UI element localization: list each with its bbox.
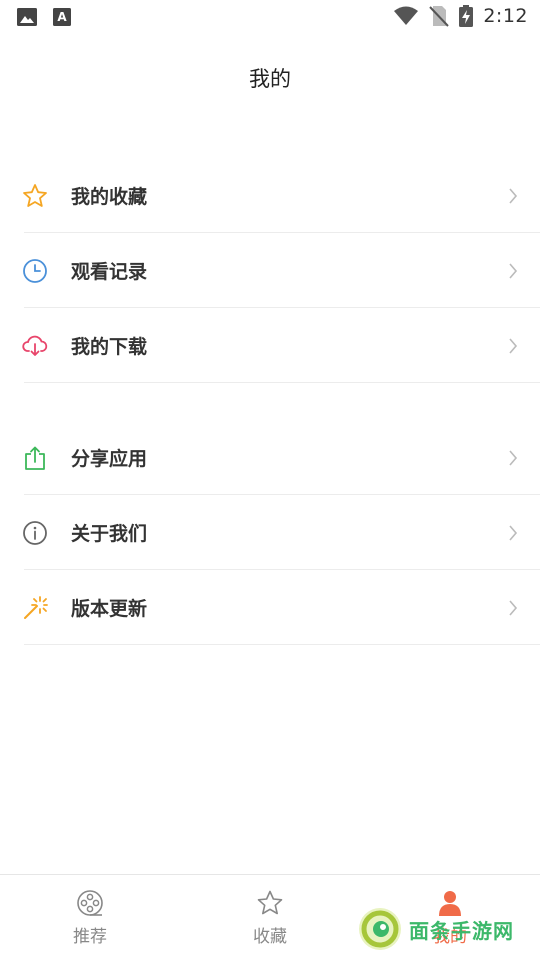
menu-item-downloads[interactable]: 我的下载	[0, 308, 540, 383]
text-a-icon: A	[53, 8, 71, 26]
menu-item-label: 关于我们	[71, 523, 148, 545]
menu-item-about[interactable]: 关于我们	[0, 495, 540, 570]
menu-item-label: 版本更新	[71, 598, 148, 620]
tab-recommend[interactable]: 推荐	[30, 889, 150, 947]
divider	[24, 382, 540, 383]
status-bar: A 2:12	[0, 0, 540, 36]
watermark-text: 面条手游网	[409, 918, 514, 943]
star-outline-icon	[257, 890, 283, 915]
info-icon	[23, 520, 47, 545]
tab-label: 收藏	[253, 927, 287, 947]
chevron-right-icon	[509, 599, 518, 616]
magic-wand-icon	[24, 595, 48, 619]
chevron-right-icon	[509, 187, 518, 204]
clock-icon	[23, 258, 47, 283]
no-sim-icon	[429, 6, 450, 27]
menu-item-favorites[interactable]: 我的收藏	[0, 158, 540, 233]
watermark-logo-icon	[359, 908, 401, 950]
menu-group-secondary: 分享应用 关于我们 版本更新	[0, 420, 540, 645]
menu-item-label: 分享应用	[71, 448, 148, 470]
menu-item-share[interactable]: 分享应用	[0, 420, 540, 495]
watermark: 面条手游网	[357, 906, 514, 952]
chevron-right-icon	[509, 449, 518, 466]
tab-favorites[interactable]: 收藏	[210, 889, 330, 947]
menu-group-primary: 我的收藏 观看记录 我的下载	[0, 158, 540, 383]
divider	[24, 644, 540, 645]
chevron-right-icon	[509, 262, 518, 279]
tab-label: 推荐	[73, 927, 107, 947]
menu-item-label: 我的下载	[71, 336, 148, 358]
svg-text:A: A	[57, 10, 67, 24]
chevron-right-icon	[509, 337, 518, 354]
image-icon	[17, 8, 37, 26]
film-reel-icon	[77, 890, 103, 916]
menu-item-history[interactable]: 观看记录	[0, 233, 540, 308]
chevron-right-icon	[509, 524, 518, 541]
battery-charging-icon	[459, 5, 474, 27]
header: 我的	[0, 36, 540, 120]
status-time: 2:12	[483, 5, 528, 27]
cloud-download-icon	[22, 335, 48, 356]
page-title: 我的	[249, 67, 291, 91]
share-icon	[25, 446, 45, 470]
menu-item-update[interactable]: 版本更新	[0, 570, 540, 645]
menu-item-label: 观看记录	[71, 261, 148, 283]
menu-item-label: 我的收藏	[71, 186, 148, 208]
star-icon	[23, 183, 47, 207]
wifi-icon	[394, 6, 419, 25]
